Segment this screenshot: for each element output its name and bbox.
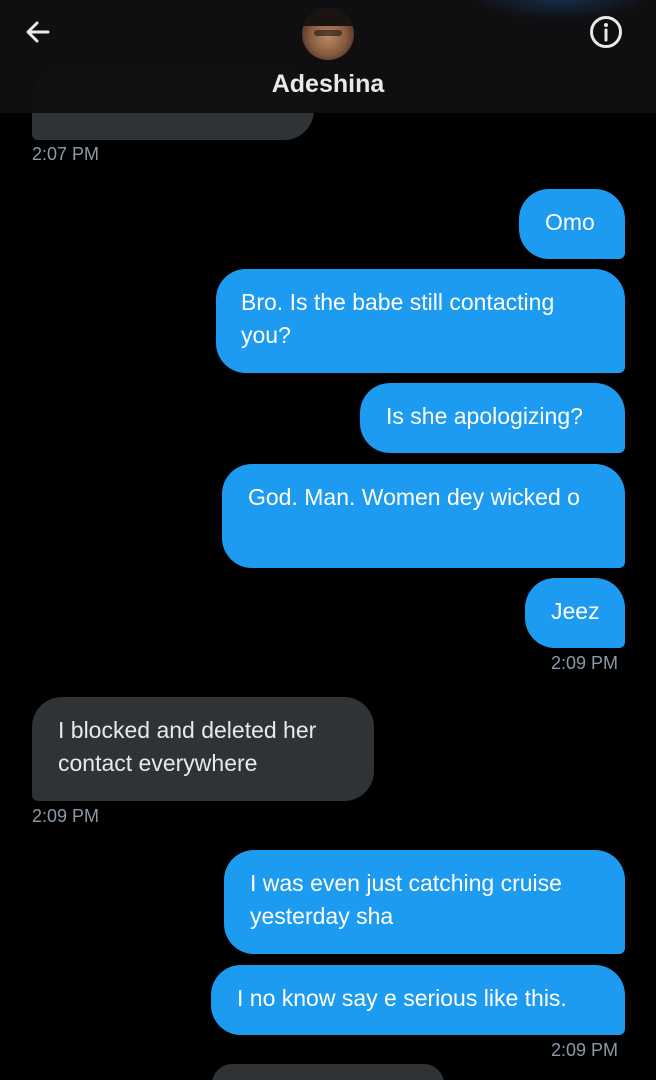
message-text: Bro. Is the babe still contacting you?	[241, 289, 555, 348]
contact-name[interactable]: Adeshina	[0, 70, 656, 99]
message-bubble-incoming[interactable]: I blocked and deleted her contact everyw…	[32, 697, 374, 801]
back-button[interactable]	[16, 14, 60, 54]
avatar-hair	[302, 8, 354, 26]
message-text: Is she apologizing?	[386, 403, 583, 429]
message-timestamp: 2:09 PM	[551, 653, 619, 673]
message-timestamp: 2:09 PM	[551, 1040, 619, 1060]
info-icon	[588, 14, 624, 55]
message-bubble-outgoing[interactable]: Jeez	[525, 578, 625, 648]
message-bubble-outgoing[interactable]: Is she apologizing?	[360, 383, 625, 453]
message-bubble-outgoing[interactable]: I no know say e serious like this.	[211, 965, 625, 1035]
message-bubble-outgoing[interactable]: God. Man. Women dey wicked o	[222, 464, 625, 568]
message-timestamp: 2:07 PM	[32, 144, 100, 164]
message-bubble-outgoing[interactable]: I was even just catching cruise yesterda…	[224, 850, 625, 954]
message-bubble-outgoing[interactable]: Omo	[519, 189, 625, 259]
message-text: Jeez	[551, 598, 600, 624]
arrow-left-icon	[22, 16, 54, 53]
message-text: God. Man. Women dey wicked o	[248, 484, 580, 510]
message-text: I no know say e serious like this.	[237, 985, 567, 1011]
message-bubble-incoming-partial[interactable]	[212, 1064, 444, 1080]
message-text: I was even just catching cruise yesterda…	[250, 870, 562, 929]
message-timestamp: 2:09 PM	[32, 806, 100, 826]
dm-conversation-screen: 2:07 PM Omo Bro. Is the babe still conta…	[0, 0, 656, 1080]
conversation-header: Adeshina	[0, 0, 656, 113]
message-text: I blocked and deleted her contact everyw…	[58, 717, 317, 776]
message-bubble-outgoing[interactable]: Bro. Is the babe still contacting you?	[216, 269, 625, 373]
avatar-face-detail	[314, 30, 342, 36]
message-text: Omo	[545, 209, 595, 235]
contact-avatar[interactable]	[302, 8, 354, 60]
conversation-info-button[interactable]	[584, 12, 628, 56]
